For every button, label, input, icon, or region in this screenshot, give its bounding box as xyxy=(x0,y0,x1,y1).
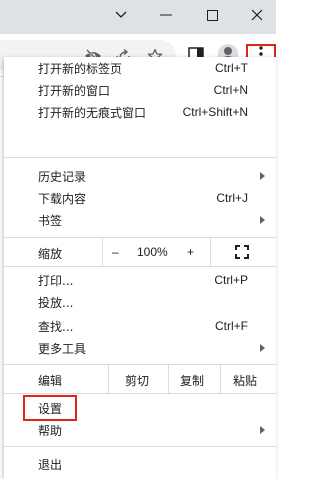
menu-item-new-tab[interactable]: 打开新的标签页 Ctrl+T xyxy=(4,57,276,79)
zoom-label: 缩放 xyxy=(38,247,63,261)
cut-button[interactable]: 剪切 xyxy=(125,372,149,389)
menu-item-print[interactable]: 打印... Ctrl+P xyxy=(4,269,276,291)
zoom-row: 缩放 – 100% + xyxy=(4,238,276,266)
settings-highlight xyxy=(23,395,77,421)
menu-item-shortcut: Ctrl+Shift+N xyxy=(182,105,248,119)
menu-item-label: 打开新的无痕式窗口 xyxy=(38,105,147,120)
edit-divider xyxy=(108,365,109,393)
maximize-button[interactable] xyxy=(189,0,235,30)
menu-separator xyxy=(4,446,276,447)
zoom-divider xyxy=(102,238,103,266)
menu-item-new-window[interactable]: 打开新的窗口 Ctrl+N xyxy=(4,79,276,101)
menu-item-bookmarks[interactable]: 书签 xyxy=(4,209,276,231)
menu-separator xyxy=(4,157,276,158)
menu-item-label: 历史记录 xyxy=(38,169,87,184)
edit-row: 编辑 剪切 复制 粘贴 xyxy=(4,365,276,393)
close-icon xyxy=(251,9,263,21)
menu-item-label: 退出 xyxy=(38,457,63,472)
menu-item-new-incognito[interactable]: 打开新的无痕式窗口 Ctrl+Shift+N xyxy=(4,101,276,123)
edit-divider xyxy=(168,365,169,393)
close-button[interactable] xyxy=(234,0,280,30)
maximize-icon xyxy=(206,9,218,21)
menu-item-shortcut: Ctrl+T xyxy=(215,61,248,75)
menu-item-label: 更多工具 xyxy=(38,341,87,356)
zoom-level: 100% xyxy=(137,245,168,259)
menu-item-label: 书签 xyxy=(38,213,63,228)
menu-item-label: 帮助 xyxy=(38,423,63,438)
menu-item-shortcut: Ctrl+P xyxy=(214,273,248,287)
menu-item-help[interactable]: 帮助 xyxy=(4,419,276,441)
menu-separator xyxy=(4,266,276,267)
paste-button[interactable]: 粘贴 xyxy=(233,372,257,389)
edit-divider xyxy=(220,365,221,393)
menu-item-label: 打印... xyxy=(38,273,74,288)
menu-item-label: 查找... xyxy=(38,319,74,334)
menu-separator xyxy=(4,393,276,394)
chevron-down-icon xyxy=(115,11,127,18)
menu-item-cast[interactable]: 投放... xyxy=(4,291,276,313)
zoom-out-button[interactable]: – xyxy=(112,245,119,259)
menu-item-label: 打开新的标签页 xyxy=(38,61,123,76)
minimize-button[interactable] xyxy=(143,0,189,30)
minimize-icon xyxy=(160,14,172,16)
menu-item-label: 投放... xyxy=(38,295,74,310)
submenu-arrow-icon xyxy=(260,344,265,352)
menu-item-label: 打开新的窗口 xyxy=(38,83,111,98)
menu-item-exit[interactable]: 退出 xyxy=(4,453,276,475)
zoom-divider xyxy=(210,238,211,266)
menu-item-more-tools[interactable]: 更多工具 xyxy=(4,337,276,359)
title-bar xyxy=(0,0,276,34)
menu-item-shortcut: Ctrl+F xyxy=(215,319,248,333)
submenu-arrow-icon xyxy=(260,216,265,224)
zoom-in-button[interactable]: + xyxy=(187,245,194,259)
menu-item-find[interactable]: 查找... Ctrl+F xyxy=(4,315,276,337)
menu-item-label: 下载内容 xyxy=(38,191,87,206)
copy-button[interactable]: 复制 xyxy=(180,372,204,389)
submenu-arrow-icon xyxy=(260,172,265,180)
fullscreen-icon[interactable] xyxy=(235,245,249,259)
tab-search-button[interactable] xyxy=(98,0,144,30)
menu-item-history[interactable]: 历史记录 xyxy=(4,165,276,187)
menu-item-shortcut: Ctrl+N xyxy=(213,83,248,97)
submenu-arrow-icon xyxy=(260,426,265,434)
menu-item-downloads[interactable]: 下载内容 Ctrl+J xyxy=(4,187,276,209)
menu-item-shortcut: Ctrl+J xyxy=(216,191,248,205)
edit-label: 编辑 xyxy=(38,374,63,388)
